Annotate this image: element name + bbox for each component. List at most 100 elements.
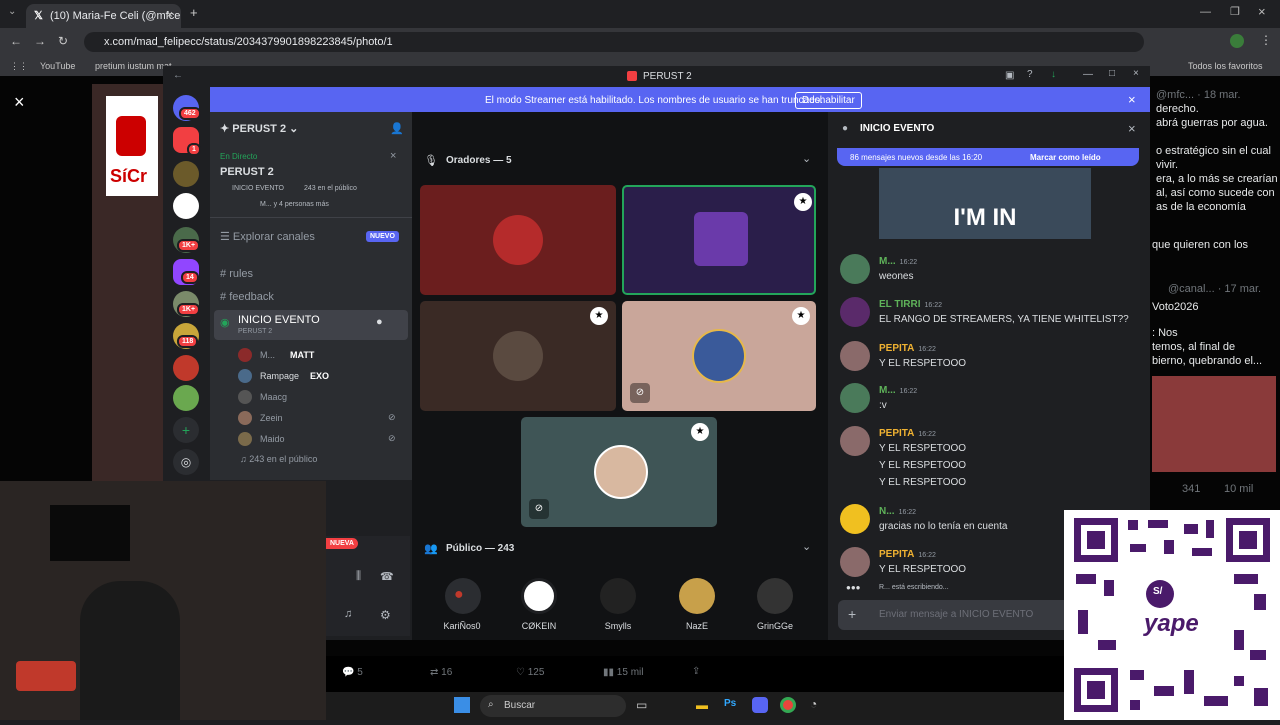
views-button[interactable]: ▮▮ 15 mil <box>603 667 643 678</box>
server-header[interactable]: ✦ PERUST 2 ⌄ <box>220 122 298 135</box>
channel-feedback[interactable]: # feedback <box>220 291 274 303</box>
minimize-icon[interactable]: — <box>1200 6 1211 18</box>
headphones-icon[interactable]: ♫ <box>344 608 352 620</box>
close-chat-icon[interactable]: × <box>1128 121 1136 136</box>
gif-image[interactable]: I'M IN <box>879 168 1091 239</box>
member-name[interactable]: M... <box>260 350 275 360</box>
share-icon[interactable]: ⇪ <box>692 666 700 677</box>
menu-kebab-icon[interactable]: ⋮ <box>1260 33 1272 47</box>
disconnect-icon[interactable]: ☎ <box>380 570 394 583</box>
close-card-icon[interactable]: × <box>390 150 396 162</box>
server-icon[interactable] <box>173 355 199 381</box>
add-server-icon[interactable]: + <box>173 417 199 443</box>
message-author[interactable]: M... 16:22 <box>879 385 917 396</box>
close-banner-icon[interactable]: × <box>1128 92 1136 107</box>
audience-avatar[interactable] <box>757 578 793 614</box>
member-name[interactable]: Rampage <box>260 371 299 381</box>
message-author[interactable]: N... 16:22 <box>879 506 916 517</box>
back-arrow-icon[interactable]: ← <box>173 70 183 81</box>
audience-count[interactable]: ♫ 243 en el público <box>240 454 317 464</box>
speaker-tile-active[interactable]: ★ <box>622 185 816 295</box>
photoshop-icon[interactable]: Ps <box>724 698 736 709</box>
avatar[interactable] <box>840 426 870 456</box>
settings-gear-icon[interactable]: ⚙ <box>380 608 391 622</box>
tab-list-icon[interactable]: ⌄ <box>8 6 16 17</box>
member-name[interactable]: Maido <box>260 434 285 444</box>
apps-icon[interactable]: ⋮⋮ <box>10 61 28 72</box>
minimize-icon[interactable]: — <box>1083 69 1093 80</box>
channel-rules[interactable]: # rules <box>220 268 253 280</box>
audience-avatar[interactable] <box>521 578 557 614</box>
speaker-tile[interactable]: ★ ⊘ <box>622 301 816 411</box>
browser-tab[interactable]: 𝕏 (10) Maria-Fe Celi (@mfceli) / X × <box>26 4 181 28</box>
new-tab-icon[interactable]: + <box>190 5 198 20</box>
bookmark-youtube[interactable]: YouTube <box>40 61 75 71</box>
speaker-tile[interactable]: ★ <box>420 301 616 411</box>
invite-people-icon[interactable]: 👤 <box>390 122 404 135</box>
speaker-tile[interactable] <box>420 185 616 295</box>
retweet-button[interactable]: ⇄ 16 <box>430 667 452 678</box>
avatar[interactable] <box>840 547 870 577</box>
reply-button[interactable]: 💬 5 <box>342 667 363 678</box>
message-author[interactable]: PEPITA 16:22 <box>879 428 936 439</box>
avatar[interactable] <box>840 254 870 284</box>
download-icon[interactable]: ↓ <box>1051 69 1056 80</box>
chat-bubble-icon[interactable]: ● <box>376 316 383 328</box>
help-icon[interactable]: ? <box>1027 69 1033 80</box>
tweet-likes[interactable]: 341 <box>1182 482 1200 496</box>
message-author[interactable]: M... 16:22 <box>879 256 917 267</box>
app-icon[interactable]: ◔ <box>810 697 817 711</box>
new-messages-bar[interactable]: 86 mensajes nuevos desde las 16:20 Marca… <box>837 148 1139 166</box>
collapse-icon[interactable]: ⌄ <box>802 540 811 553</box>
restore-icon[interactable]: ❐ <box>1230 5 1240 18</box>
explore-compass-icon[interactable]: ◎ <box>173 449 199 475</box>
message-author[interactable]: PEPITA 16:22 <box>879 549 936 560</box>
stage-channel-inicio-evento[interactable]: ◉ INICIO EVENTO PERUST 2 ● <box>214 310 408 340</box>
tweet-handle[interactable]: @mfc... · 18 mar. <box>1156 88 1241 102</box>
back-icon[interactable]: ← <box>10 34 22 48</box>
profile-avatar[interactable] <box>1230 34 1244 48</box>
all-bookmarks[interactable]: Todos los favoritos <box>1188 61 1263 71</box>
audience-avatar[interactable] <box>600 578 636 614</box>
avatar[interactable] <box>840 341 870 371</box>
message-author[interactable]: PEPITA 16:22 <box>879 343 936 354</box>
add-attachment-icon[interactable]: + <box>848 606 856 622</box>
message-author[interactable]: EL TIRRI 16:22 <box>879 299 942 310</box>
explore-channels[interactable]: ☰ Explorar canales NUEVO <box>220 230 410 248</box>
file-explorer-icon[interactable]: ▬ <box>696 698 708 712</box>
windows-start-icon[interactable] <box>454 697 470 713</box>
close-window-icon[interactable]: × <box>1258 4 1266 19</box>
inbox-icon[interactable]: ▣ <box>1005 70 1014 81</box>
close-photo-icon[interactable]: × <box>14 92 25 113</box>
collapse-icon[interactable]: ⌄ <box>802 152 811 165</box>
live-name[interactable]: PERUST 2 <box>220 166 274 178</box>
taskbar-search[interactable]: ⌕ Buscar <box>480 695 626 717</box>
forward-icon[interactable]: → <box>34 34 46 48</box>
server-icon[interactable] <box>173 385 199 411</box>
server-icon[interactable] <box>173 161 199 187</box>
discord-taskbar-icon[interactable] <box>752 697 768 713</box>
speaker-tile[interactable]: ★ ⊘ <box>521 417 717 527</box>
maximize-icon[interactable]: □ <box>1109 68 1115 79</box>
chat-input[interactable]: + Enviar mensaje a INICIO EVENTO <box>838 600 1074 630</box>
tweet-views[interactable]: 10 mil <box>1224 482 1253 496</box>
like-button[interactable]: ♡ 125 <box>516 667 544 678</box>
member-name[interactable]: Maacg <box>260 392 287 402</box>
chrome-icon[interactable] <box>780 697 796 713</box>
address-bar[interactable]: x.com/mad_felipecc/status/20343799018982… <box>84 32 1144 52</box>
task-view-icon[interactable]: ▭ <box>636 698 647 712</box>
avatar[interactable] <box>840 297 870 327</box>
avatar[interactable] <box>840 383 870 413</box>
disable-streamer-button[interactable]: Deshabilitar <box>795 92 862 109</box>
tweet-image[interactable] <box>1152 376 1276 472</box>
mark-read-button[interactable]: Marcar como leído <box>1030 153 1101 162</box>
close-icon[interactable]: × <box>1133 68 1139 79</box>
reload-icon[interactable]: ↻ <box>58 34 68 48</box>
perust-server-icon[interactable] <box>173 193 199 219</box>
audience-avatar[interactable] <box>679 578 715 614</box>
member-name[interactable]: Zeein <box>260 413 283 423</box>
avatar[interactable] <box>840 504 870 534</box>
close-tab-icon[interactable]: × <box>167 9 173 21</box>
soundboard-icon[interactable]: ⫼ <box>356 570 361 583</box>
tweet-hashtag[interactable]: Voto2026 <box>1152 300 1199 314</box>
